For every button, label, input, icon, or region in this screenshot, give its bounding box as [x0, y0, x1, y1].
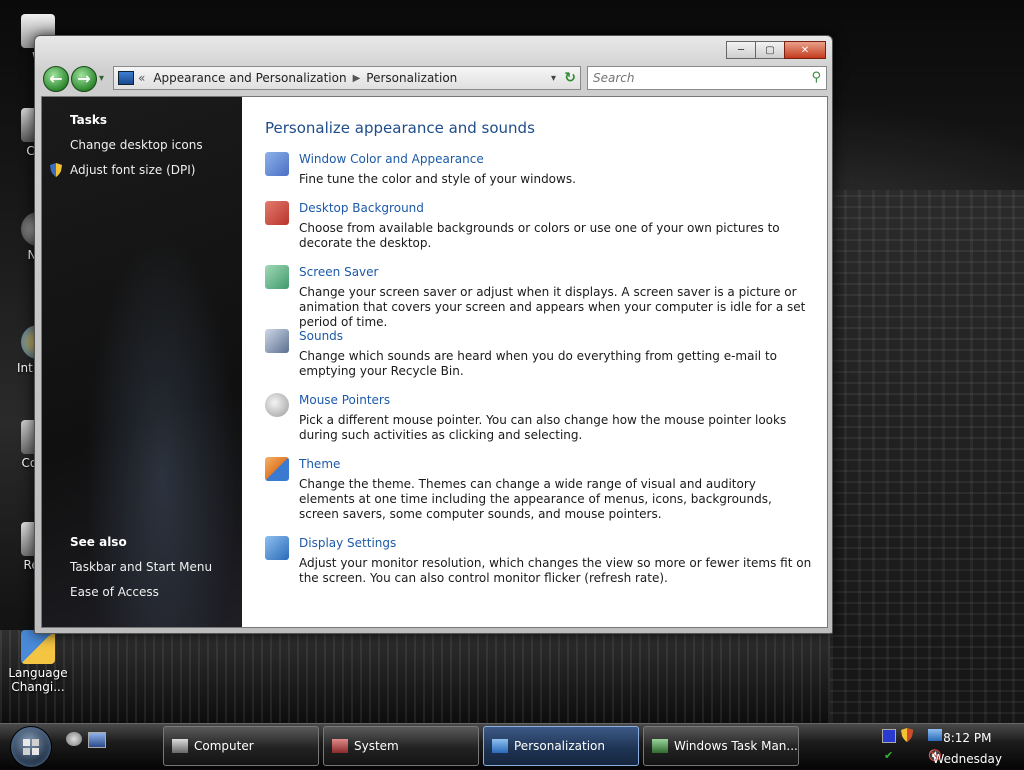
link-mouse-pointers[interactable]: Mouse Pointers	[299, 393, 390, 407]
main-pane: Personalize appearance and sounds Window…	[242, 97, 827, 627]
minimize-button[interactable]: ─	[726, 41, 756, 59]
taskbar-button-personalization[interactable]: Personalization	[483, 726, 639, 766]
tasks-heading: Tasks	[70, 113, 108, 127]
item-description: Fine tune the color and style of your wi…	[299, 172, 576, 186]
task-adjust-font-size[interactable]: Adjust font size (DPI)	[70, 163, 195, 177]
item-description: Pick a different mouse pointer. You can …	[299, 413, 787, 442]
theme-icon	[265, 457, 289, 481]
caption-buttons: ─ ▢ ✕	[726, 41, 826, 59]
screen-saver-icon	[265, 265, 289, 289]
forward-button[interactable]: →	[71, 66, 97, 92]
maximize-button[interactable]: ▢	[755, 41, 785, 59]
notification-area: ✔ 🔇 8:12 PM Wednesday	[876, 724, 1024, 769]
search-box[interactable]: ⚲	[587, 66, 827, 90]
computer-icon	[172, 739, 188, 753]
desktop-icon-label: Language Changi...	[8, 666, 68, 694]
system-icon	[332, 739, 348, 753]
start-button[interactable]	[10, 726, 52, 768]
personalization-icon	[492, 739, 508, 753]
link-display-settings[interactable]: Display Settings	[299, 536, 396, 550]
taskbar-button-label: Personalization	[514, 739, 605, 753]
tray-update-icon[interactable]: ✔	[884, 749, 896, 762]
back-button[interactable]: ←	[43, 66, 69, 92]
item-description: Change your screen saver or adjust when …	[299, 285, 806, 329]
mouse-pointer-icon	[265, 393, 289, 417]
address-prefix[interactable]: «	[138, 71, 145, 85]
taskbar-button-computer[interactable]: Computer	[163, 726, 319, 766]
address-bar[interactable]: « Appearance and Personalization ▶ Perso…	[113, 66, 581, 90]
item-description: Adjust your monitor resolution, which ch…	[299, 556, 812, 585]
tray-language-icon[interactable]	[882, 729, 896, 743]
see-also-taskbar[interactable]: Taskbar and Start Menu	[70, 560, 212, 574]
item-description: Choose from available backgrounds or col…	[299, 221, 780, 250]
task-manager-icon	[652, 739, 668, 753]
see-also-heading: See also	[70, 535, 127, 549]
control-panel-icon	[118, 71, 134, 85]
personalization-window: ─ ▢ ✕ ← → ▾ « Appearance and Personaliza…	[34, 35, 833, 634]
task-pane: Tasks Change desktop icons Adjust font s…	[42, 97, 242, 627]
desktop-wallpaper-city	[830, 190, 1024, 725]
sounds-icon	[265, 329, 289, 353]
breadcrumb-separator-icon[interactable]: ▶	[353, 73, 361, 84]
breadcrumb-personalization[interactable]: Personalization	[366, 71, 457, 85]
quicklaunch-show-desktop-icon[interactable]	[66, 732, 82, 746]
language-changer-icon	[21, 630, 55, 664]
desktop-icon-language-changer[interactable]: Language Changi...	[8, 630, 68, 694]
refresh-icon[interactable]: ↻	[564, 70, 576, 86]
item-description: Change the theme. Themes can change a wi…	[299, 477, 772, 521]
link-window-color[interactable]: Window Color and Appearance	[299, 152, 484, 166]
taskbar-button-label: System	[354, 739, 399, 753]
taskbar: Computer System Personalization Windows …	[0, 723, 1024, 769]
link-screen-saver[interactable]: Screen Saver	[299, 265, 378, 279]
close-button[interactable]: ✕	[784, 41, 826, 59]
window-color-icon	[265, 152, 289, 176]
link-sounds[interactable]: Sounds	[299, 329, 343, 343]
taskbar-button-system[interactable]: System	[323, 726, 479, 766]
taskbar-button-label: Computer	[194, 739, 254, 753]
desktop-background-icon	[265, 201, 289, 225]
search-icon[interactable]: ⚲	[811, 70, 821, 85]
tray-security-icon[interactable]	[900, 728, 914, 742]
taskbar-button-task-manager[interactable]: Windows Task Man...	[643, 726, 799, 766]
window-content: Tasks Change desktop icons Adjust font s…	[41, 96, 828, 628]
page-title: Personalize appearance and sounds	[265, 119, 535, 137]
address-dropdown-icon[interactable]: ▾	[551, 73, 556, 84]
link-theme[interactable]: Theme	[299, 457, 340, 471]
windows-logo-icon	[23, 739, 39, 755]
see-also-ease-of-access[interactable]: Ease of Access	[70, 585, 159, 599]
recent-pages-dropdown[interactable]: ▾	[99, 73, 104, 84]
navigation-bar: ← → ▾ « Appearance and Personalization ▶…	[41, 65, 827, 92]
link-desktop-background[interactable]: Desktop Background	[299, 201, 424, 215]
clock-day: Wednesday	[932, 752, 1002, 766]
display-settings-icon	[265, 536, 289, 560]
uac-shield-icon	[50, 163, 62, 177]
item-description: Change which sounds are heard when you d…	[299, 349, 777, 378]
search-input[interactable]	[588, 70, 795, 86]
clock-time: 8:12 PM	[943, 731, 992, 745]
task-change-desktop-icons[interactable]: Change desktop icons	[70, 138, 203, 152]
quicklaunch-switch-windows-icon[interactable]	[88, 732, 106, 748]
taskbar-button-label: Windows Task Man...	[674, 739, 798, 753]
breadcrumb-appearance[interactable]: Appearance and Personalization	[153, 71, 346, 85]
clock[interactable]: 8:12 PM Wednesday	[933, 728, 1002, 770]
